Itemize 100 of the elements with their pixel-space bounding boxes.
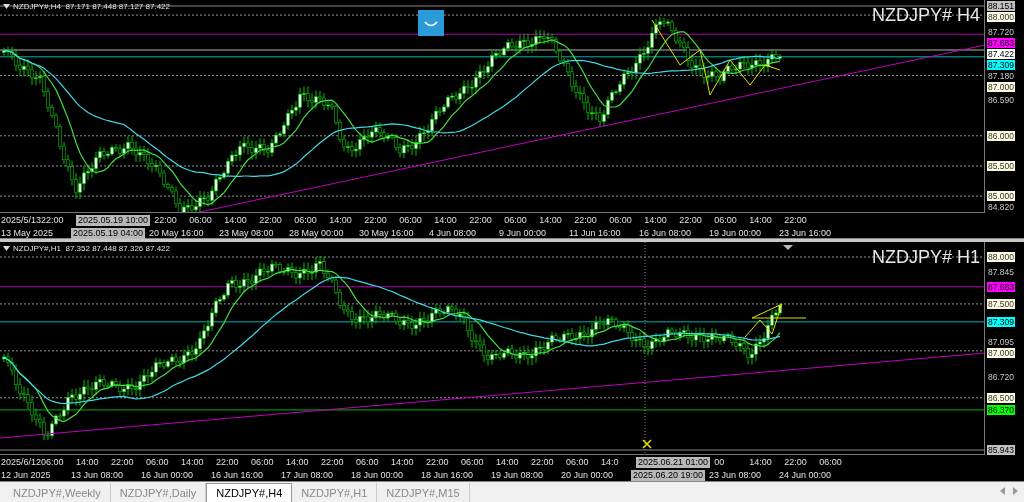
chart-title: NZDJPY# H4 [871, 5, 980, 26]
price-label: 88.000 [987, 252, 1015, 262]
time-label: 22:00 [259, 214, 283, 226]
time-label: 18 Jun 16:00 [421, 469, 475, 481]
price-label: 86.590 [987, 95, 1015, 106]
chart-title: NZDJPY# H1 [871, 247, 980, 268]
time-label: 06:00 [146, 456, 170, 468]
time-label: 06:00 [189, 214, 213, 226]
time-label: 2025.06.21 01:00 [636, 456, 711, 468]
time-label: 22:00 [321, 456, 345, 468]
time-label: 4 Jun 08:00 [429, 227, 478, 239]
price-label: 86.500 [987, 392, 1015, 403]
time-label: 14:00 [496, 456, 520, 468]
time-label: 23 Jun 16:00 [779, 227, 833, 239]
time-label: 11 Jun 16:00 [569, 227, 622, 239]
time-label: 16 Jun 16:00 [211, 469, 265, 481]
price-label: 84.820 [987, 202, 1015, 213]
time-label: 13 May 2025 [1, 227, 55, 239]
time-label: 13 Jun 08:00 [71, 469, 125, 481]
chart-header: NZDJPY#,H1 87.352 87.448 87.326 87.422 [13, 244, 170, 253]
time-label: 06:00 [294, 214, 318, 226]
price-label: 87.095 [987, 336, 1015, 347]
time-label: 14:00 [434, 214, 458, 226]
time-label: 19 Jun 00:00 [709, 227, 763, 239]
time-label: 2025.06.20 19:00 [631, 469, 706, 481]
time-label: 2025.05.19 10:00 [76, 214, 151, 226]
time-label: 14:00 [76, 456, 100, 468]
time-label: 22:00 [784, 456, 808, 468]
price-label: 87.683 [987, 38, 1015, 48]
time-label: 06:00 [714, 214, 738, 226]
price-label: 87.309 [987, 60, 1015, 70]
time-label: 2025.05.19 04:00 [71, 227, 146, 239]
time-label: 22:00 [111, 456, 135, 468]
price-label: 87.720 [987, 27, 1015, 37]
time-label: 14:00 [329, 214, 353, 226]
time-label: 06:00 [41, 456, 65, 468]
time-label: 14:00 [224, 214, 248, 226]
time-label: 14:00 [749, 214, 773, 226]
time-label: 30 May 16:00 [359, 227, 415, 239]
time-label: 06:00 [504, 214, 528, 226]
price-label: 87.000 [987, 347, 1015, 358]
time-label: 22:00 [426, 456, 450, 468]
time-label: 18 Jun 00:00 [351, 469, 405, 481]
time-label: 2025/6/12 [1, 456, 42, 468]
time-label: 14:00 [181, 456, 205, 468]
price-label: 86.370 [987, 404, 1015, 415]
time-label: 19 Jun 08:00 [491, 469, 545, 481]
price-label: 85.943 [987, 445, 1015, 455]
time-label: 22:00 [154, 214, 178, 226]
price-label: 87.683 [987, 281, 1015, 292]
time-label: 17 Jun 08:00 [281, 469, 335, 481]
time-label: 14:00 [286, 456, 310, 468]
time-label: 20 Jun 00:00 [561, 469, 615, 481]
time-label: 22:00 [679, 214, 703, 226]
time-label: 9 Jun 00:00 [499, 227, 548, 239]
time-label: 22:00 [364, 214, 388, 226]
price-label: 87.500 [987, 298, 1015, 309]
chart-tab[interactable]: NZDJPY#,M15 [377, 483, 470, 502]
time-label: 06:00 [566, 456, 590, 468]
price-label: 87.180 [987, 71, 1015, 81]
price-label: 87.845 [987, 266, 1015, 277]
price-label: 88.151 [987, 1, 1015, 11]
price-label: 86.720 [987, 372, 1015, 383]
time-label: 16 Jun 08:00 [639, 227, 693, 239]
price-label: 87.000 [987, 82, 1015, 92]
time-label: 14:0 [601, 456, 620, 468]
time-label: 06:00 [461, 456, 485, 468]
time-label: 24 Jun 00:00 [779, 469, 833, 481]
time-label: 16 Jun 00:00 [141, 469, 195, 481]
chart-tab[interactable]: NZDJPY#,H1 [292, 483, 378, 502]
time-label: 22:00 [574, 214, 598, 226]
time-label: 22:00 [216, 456, 240, 468]
chart-header: NZDJPY#,H4 87.171 87.448 87.127 87.422 [13, 2, 170, 11]
time-label: 06:00 [399, 214, 423, 226]
time-label: 2025/5/13 [1, 214, 42, 226]
time-label: 20 May 16:00 [149, 227, 205, 239]
chart-tab[interactable]: NZDJPY#,H4 [206, 483, 293, 502]
time-label: 00 [714, 456, 726, 468]
price-label: 85.500 [987, 160, 1015, 171]
price-label: 85.000 [987, 191, 1015, 202]
time-label: 14:00 [749, 456, 773, 468]
price-label: 87.309 [987, 316, 1015, 327]
price-label: 86.000 [987, 130, 1015, 141]
time-label: 06:00 [356, 456, 380, 468]
time-label: 23 May 08:00 [219, 227, 275, 239]
time-label: 22:00 [41, 214, 65, 226]
time-label: 22:00 [469, 214, 493, 226]
time-label: 22:00 [784, 214, 808, 226]
price-label: 87.422 [987, 49, 1015, 59]
time-label: 12 Jun 2025 [1, 469, 52, 481]
time-label: 14:00 [391, 456, 415, 468]
time-label: 28 May 00:00 [289, 227, 345, 239]
time-label: 06:00 [251, 456, 275, 468]
time-label: 22:00 [531, 456, 555, 468]
chart-tab[interactable]: NZDJPY#,Weekly [4, 483, 111, 502]
time-label: 23 Jun 08:00 [709, 469, 763, 481]
time-label: 06:00 [609, 214, 633, 226]
price-label: 88.000 [987, 12, 1015, 22]
time-label: 06:00 [819, 456, 843, 468]
time-label: 14:00 [644, 214, 668, 226]
